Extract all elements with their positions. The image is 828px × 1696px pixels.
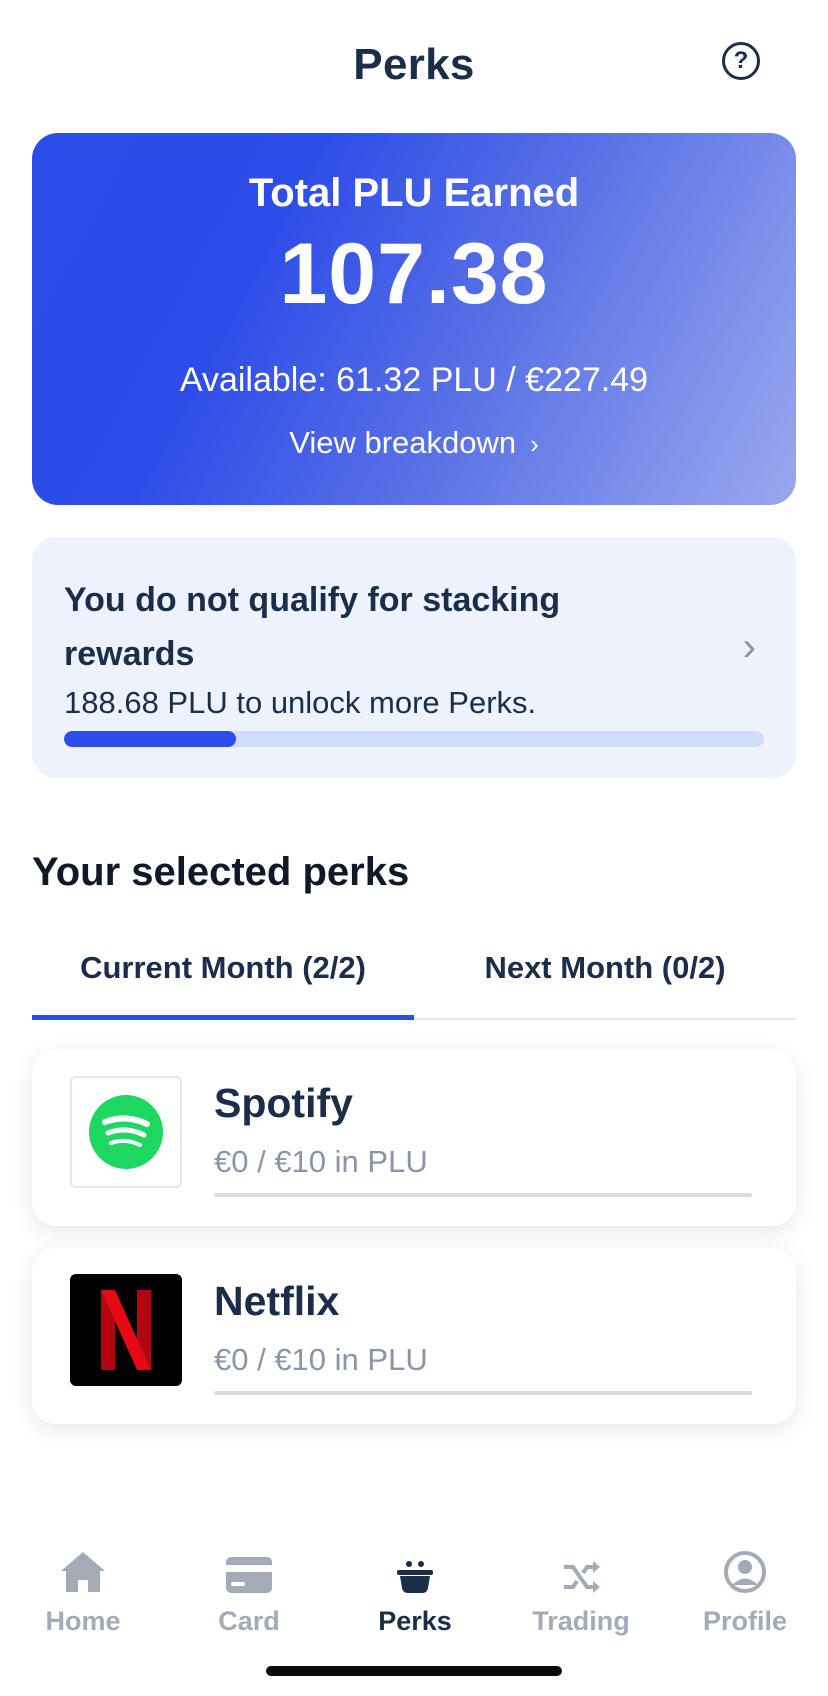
nav-item-perks[interactable]: Perks <box>332 1540 498 1650</box>
profile-icon <box>723 1540 767 1594</box>
stacking-progress-bar <box>64 731 764 747</box>
nav-label-card: Card <box>218 1606 280 1636</box>
shuffle-icon <box>561 1540 601 1594</box>
spotify-logo <box>70 1076 182 1188</box>
nav-item-card[interactable]: Card <box>166 1540 332 1650</box>
selected-perks-title: Your selected perks <box>32 850 410 894</box>
card-icon <box>225 1540 273 1594</box>
available-balance: Available: 61.32 PLU / €227.49 <box>179 361 649 399</box>
chevron-right-icon: › <box>742 625 756 669</box>
help-button[interactable]: ? <box>722 42 760 80</box>
home-icon <box>59 1540 107 1594</box>
view-breakdown-label: View breakdown <box>289 425 517 460</box>
perk-amount: €0 / €10 in PLU <box>214 1342 428 1377</box>
page-title: Perks <box>353 40 475 89</box>
nav-item-profile[interactable]: Profile <box>662 1540 828 1650</box>
perk-name: Netflix <box>214 1278 340 1324</box>
total-plu-label: Total PLU Earned <box>248 171 580 215</box>
month-tabs: Current Month (2/2) Next Month (0/2) <box>32 918 796 1020</box>
stacking-subtitle: 188.68 PLU to unlock more Perks. <box>64 685 537 720</box>
perk-name: Spotify <box>214 1080 353 1126</box>
total-plu-card: Total PLU Earned 107.38 Available: 61.32… <box>32 133 796 505</box>
nav-label-profile: Profile <box>702 1606 788 1636</box>
nav-item-home[interactable]: Home <box>0 1540 166 1650</box>
perk-progress-bar <box>214 1193 752 1197</box>
netflix-logo <box>70 1274 182 1386</box>
home-indicator <box>266 1666 562 1676</box>
perks-pot-icon <box>395 1540 435 1594</box>
perk-card-netflix[interactable]: Netflix €0 / €10 in PLU <box>32 1248 796 1424</box>
stacking-rewards-card[interactable]: You do not qualify for stacking rewards … <box>32 537 796 778</box>
tab-next-month[interactable]: Next Month (0/2) <box>414 918 796 1018</box>
nav-label-home: Home <box>45 1606 121 1636</box>
nav-label-perks: Perks <box>378 1606 452 1636</box>
view-breakdown-link[interactable]: View breakdown › <box>32 425 796 461</box>
bottom-nav: Home Card Perks Trading Profile <box>0 1540 828 1660</box>
nav-label-trading: Trading <box>532 1606 630 1636</box>
nav-item-trading[interactable]: Trading <box>498 1540 664 1650</box>
chevron-right-icon: › <box>530 429 539 459</box>
stacking-progress-fill <box>64 731 236 747</box>
perk-progress-bar <box>214 1391 752 1395</box>
question-circle-icon: ? <box>733 47 749 74</box>
header: Perks ? <box>0 0 828 130</box>
active-tab-indicator <box>32 1015 414 1020</box>
tab-current-month[interactable]: Current Month (2/2) <box>32 918 414 1018</box>
perk-card-spotify[interactable]: Spotify €0 / €10 in PLU <box>32 1050 796 1226</box>
total-plu-value: 107.38 <box>279 226 549 322</box>
stacking-title: You do not qualify for stacking rewards <box>64 581 561 673</box>
perk-amount: €0 / €10 in PLU <box>214 1144 428 1179</box>
